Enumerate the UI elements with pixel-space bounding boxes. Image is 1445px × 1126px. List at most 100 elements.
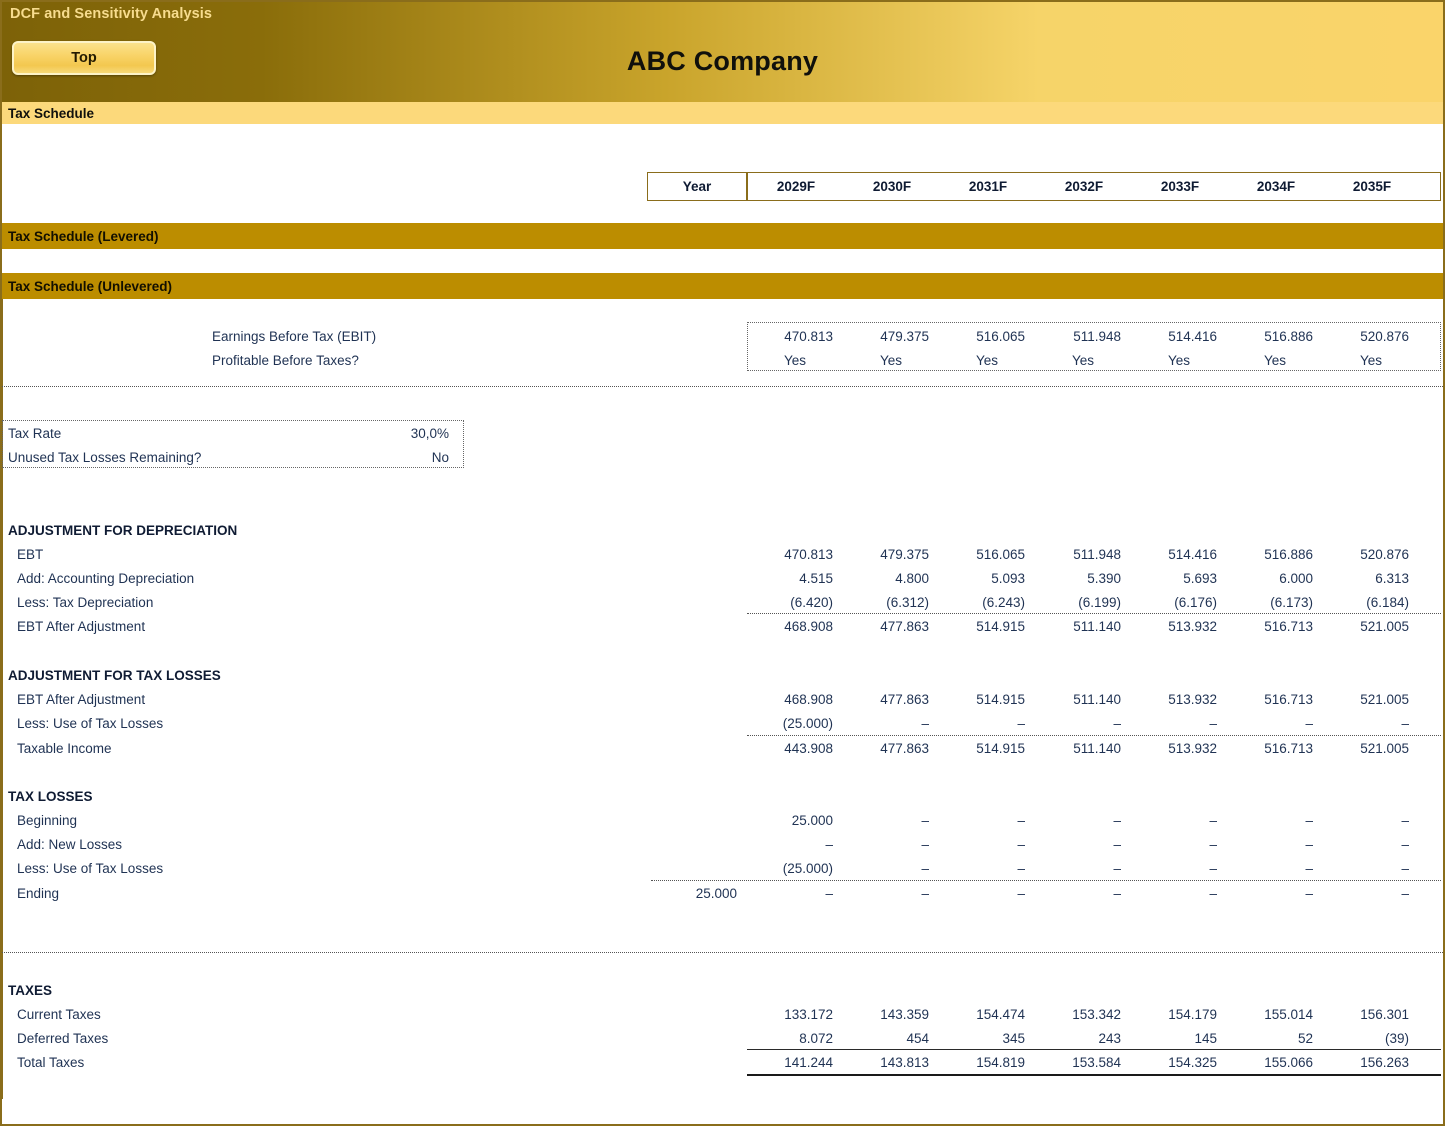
- ebit-2033f: 514.416: [1168, 328, 1217, 344]
- row-ebt-after-adjustment-depr: EBT After Adjustment 468.908 477.863 514…: [2, 614, 1443, 638]
- less-use-tl-2033f: –: [1209, 715, 1217, 731]
- year-col-2030f: 2030F: [872, 179, 912, 194]
- row-label-add-accounting-depreciation: Add: Accounting Depreciation: [17, 570, 195, 586]
- less-taxdep-2035f: (6.184): [1366, 594, 1409, 610]
- section-header-taxes: TAXES: [2, 978, 1443, 1002]
- deferred-taxes-2030f: 454: [906, 1030, 929, 1046]
- row-label-less-use-of-tax-losses-adj: Less: Use of Tax Losses: [17, 715, 164, 731]
- row-label-tl-less-use: Less: Use of Tax Losses: [17, 860, 164, 876]
- row-taxable-income: Taxable Income 443.908 477.863 514.915 5…: [2, 736, 1443, 760]
- section-header-adj-depreciation: ADJUSTMENT FOR DEPRECIATION: [2, 518, 1443, 542]
- tl-lessuse-2035f: –: [1401, 860, 1409, 876]
- row-tl-ending: Ending 25.000 – – – – – – –: [2, 881, 1443, 905]
- year-col-2034f: 2034F: [1256, 179, 1296, 194]
- ebit-2030f: 479.375: [880, 328, 929, 344]
- row-profitable-before-taxes: Profitable Before Taxes? Yes Yes Yes Yes…: [2, 348, 1443, 372]
- ebtadj-tl-2032f: 511.140: [1073, 691, 1121, 707]
- tl-beginning-2029f: 25.000: [791, 812, 833, 828]
- spreadsheet-page: DCF and Sensitivity Analysis Top ABC Com…: [0, 0, 1445, 1126]
- taxable-income-2029f: 443.908: [784, 740, 833, 756]
- tl-newlosses-2032f: –: [1113, 836, 1121, 852]
- row-label-deferred-taxes: Deferred Taxes: [17, 1030, 109, 1046]
- ebtadj-depr-2034f: 516.713: [1264, 618, 1313, 634]
- tl-ending-opening: 25.000: [695, 885, 737, 901]
- add-accdep-2031f: 5.093: [991, 570, 1025, 586]
- tl-newlosses-2031f: –: [1017, 836, 1025, 852]
- tl-beginning-2033f: –: [1209, 812, 1217, 828]
- tl-lessuse-2034f: –: [1305, 860, 1313, 876]
- less-use-tl-2032f: –: [1113, 715, 1121, 731]
- depr-ebt-2032f: 511.948: [1073, 546, 1121, 562]
- year-header-label: Year: [682, 179, 712, 194]
- row-ebt-after-adjustment-tl: EBT After Adjustment 468.908 477.863 514…: [2, 687, 1443, 711]
- tl-beginning-2031f: –: [1017, 812, 1025, 828]
- section-header-adj-tax-losses: ADJUSTMENT FOR TAX LOSSES: [2, 663, 1443, 687]
- less-taxdep-2034f: (6.173): [1270, 594, 1313, 610]
- ebtadj-tl-2030f: 477.863: [880, 691, 929, 707]
- row-add-accounting-depreciation: Add: Accounting Depreciation 4.515 4.800…: [2, 566, 1443, 590]
- row-label-ebit: Earnings Before Tax (EBIT): [212, 328, 377, 344]
- tl-ending-2031f: –: [1017, 885, 1025, 901]
- sheet-title: Tax Schedule: [2, 102, 1443, 124]
- profitable-2030f: Yes: [879, 352, 903, 368]
- total-taxes-2032f: 153.584: [1072, 1054, 1121, 1070]
- profitable-2035f: Yes: [1359, 352, 1383, 368]
- current-taxes-2029f: 133.172: [784, 1006, 833, 1022]
- tl-ending-2032f: –: [1113, 885, 1121, 901]
- ebtadj-tl-2034f: 516.713: [1264, 691, 1313, 707]
- row-label-ebt-after-adjustment-tl: EBT After Adjustment: [17, 691, 146, 707]
- depr-ebt-2029f: 470.813: [784, 546, 833, 562]
- deferred-taxes-2029f: 8.072: [799, 1030, 833, 1046]
- tl-ending-2035f: –: [1401, 885, 1409, 901]
- less-use-tl-2029f: (25.000): [782, 715, 833, 731]
- row-label-tax-rate: Tax Rate: [8, 425, 62, 441]
- tl-ending-2029f: –: [825, 885, 833, 901]
- taxable-income-2031f: 514.915: [976, 740, 1025, 756]
- tl-beginning-2035f: –: [1401, 812, 1409, 828]
- row-label-depr-ebt: EBT: [17, 546, 44, 562]
- row-label-ebt-after-adjustment-depr: EBT After Adjustment: [17, 618, 146, 634]
- section-label-tax-losses: TAX LOSSES: [8, 788, 93, 804]
- page-banner: DCF and Sensitivity Analysis Top ABC Com…: [2, 2, 1443, 118]
- total-taxes-2033f: 154.325: [1168, 1054, 1217, 1070]
- ebtadj-tl-2031f: 514.915: [976, 691, 1025, 707]
- ebtadj-depr-2035f: 521.005: [1360, 618, 1409, 634]
- row-total-taxes: Total Taxes 141.244 143.813 154.819 153.…: [2, 1050, 1443, 1074]
- add-accdep-2030f: 4.800: [895, 570, 929, 586]
- tax-rate-value[interactable]: 30,0%: [347, 421, 459, 445]
- less-use-tl-2034f: –: [1305, 715, 1313, 731]
- tl-newlosses-2034f: –: [1305, 836, 1313, 852]
- less-taxdep-2029f: (6.420): [790, 594, 833, 610]
- less-use-tl-2031f: –: [1017, 715, 1025, 731]
- year-col-2035f: 2035F: [1352, 179, 1392, 194]
- total-taxes-2031f: 154.819: [976, 1054, 1025, 1070]
- row-label-tl-ending: Ending: [17, 885, 60, 901]
- current-taxes-2031f: 154.474: [976, 1006, 1025, 1022]
- section-label-taxes: TAXES: [8, 982, 53, 998]
- company-name: ABC Company: [626, 46, 819, 76]
- section-label-adj-tax-losses: ADJUSTMENT FOR TAX LOSSES: [8, 667, 221, 683]
- tl-ending-2033f: –: [1209, 885, 1217, 901]
- ebit-2035f: 520.876: [1360, 328, 1409, 344]
- deferred-taxes-2035f: (39): [1384, 1030, 1409, 1046]
- current-taxes-2030f: 143.359: [880, 1006, 929, 1022]
- depr-ebt-2030f: 479.375: [880, 546, 929, 562]
- year-col-2029f: 2029F: [776, 179, 816, 194]
- total-taxes-2034f: 155.066: [1264, 1054, 1313, 1070]
- profitable-2033f: Yes: [1167, 352, 1191, 368]
- row-unused-tax-losses: Unused Tax Losses Remaining? No: [2, 445, 1443, 469]
- deferred-taxes-2032f: 243: [1098, 1030, 1121, 1046]
- row-deferred-taxes: Deferred Taxes 8.072 454 345 243 145 52 …: [2, 1026, 1443, 1050]
- row-tax-rate: Tax Rate 30,0%: [2, 421, 1443, 445]
- tl-newlosses-2035f: –: [1401, 836, 1409, 852]
- ebtadj-depr-2031f: 514.915: [976, 618, 1025, 634]
- deferred-taxes-2034f: 52: [1297, 1030, 1313, 1046]
- taxable-income-2033f: 513.932: [1168, 740, 1217, 756]
- add-accdep-2034f: 6.000: [1279, 570, 1313, 586]
- row-label-profitable-before-taxes: Profitable Before Taxes?: [212, 352, 359, 368]
- profitable-2032f: Yes: [1071, 352, 1095, 368]
- add-accdep-2029f: 4.515: [799, 570, 833, 586]
- add-accdep-2033f: 5.693: [1183, 570, 1217, 586]
- less-use-tl-2035f: –: [1401, 715, 1409, 731]
- tl-beginning-2032f: –: [1113, 812, 1121, 828]
